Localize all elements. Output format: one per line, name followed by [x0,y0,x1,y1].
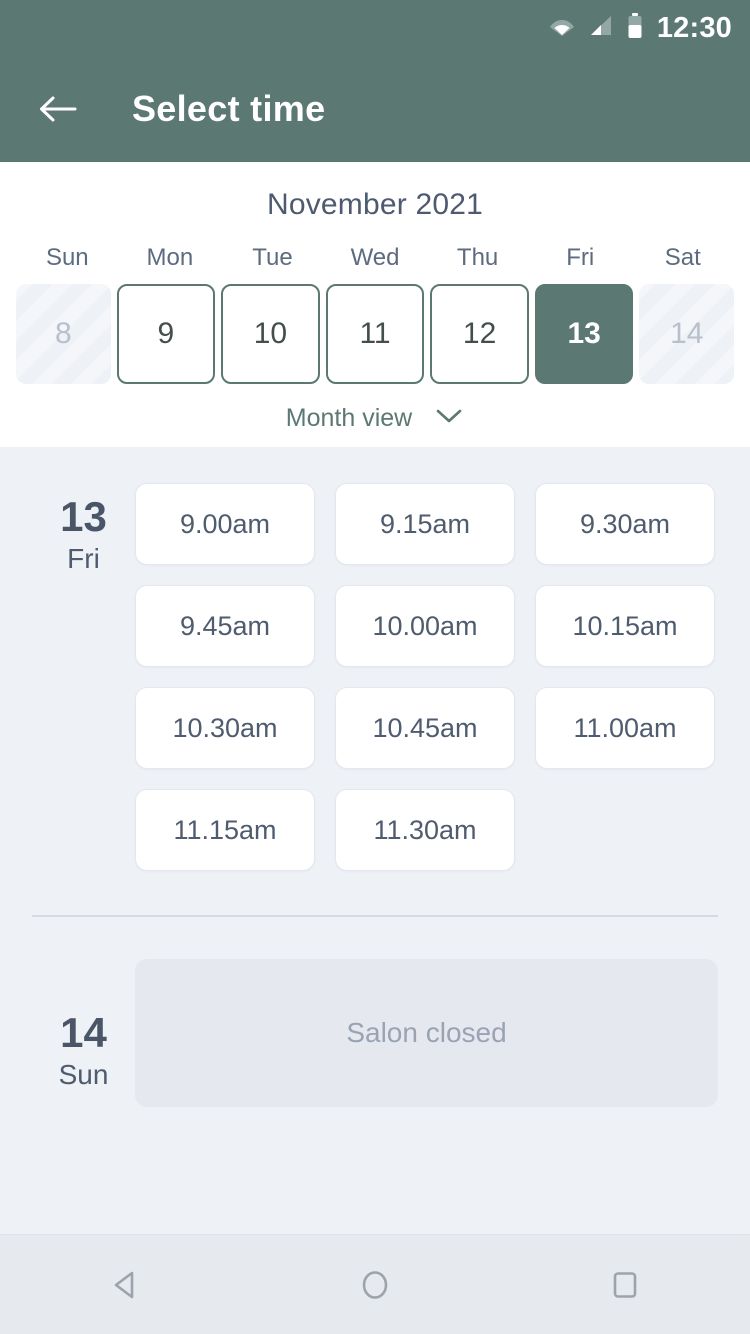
back-button[interactable] [30,81,86,137]
time-slot[interactable]: 11.00am [535,687,715,769]
time-slot-grid: 9.00am 9.15am 9.30am 9.45am 10.00am 10.1… [135,447,718,871]
month-view-toggle[interactable]: Month view [0,404,750,433]
time-slot[interactable]: 9.45am [135,585,315,667]
status-bar: 12:30 [0,0,750,56]
triangle-back-icon [114,1271,134,1298]
time-slot[interactable]: 9.30am [535,483,715,565]
battery-icon [627,12,643,44]
calendar-strip: November 2021 Sun Mon Tue Wed Thu Fri Sa… [0,162,750,447]
cellular-signal-icon [589,15,613,42]
weekday-label: Tue [252,244,293,271]
calendar-day-13[interactable]: 13 [534,284,634,384]
time-slot[interactable]: 10.00am [335,585,515,667]
weekday-header-row: Sun Mon Tue Wed Thu Fri Sat [0,244,750,272]
status-bar-clock: 12:30 [656,11,732,44]
calendar-day-8: 8 [16,284,111,384]
nav-home-button[interactable] [330,1250,420,1320]
status-icon-group [549,12,643,44]
time-slot[interactable]: 10.30am [135,687,315,769]
schedule-day-weekday: Fri [67,543,100,575]
calendar-day-14: 14 [639,284,735,384]
wifi-icon [549,15,575,42]
schedule-divider [32,915,718,917]
schedule-list: 13 Fri 9.00am 9.15am 9.30am 9.45am 10.00… [0,447,750,1234]
time-slot[interactable]: 11.15am [135,789,315,871]
calendar-day-12[interactable]: 12 [430,284,529,384]
nav-recents-button[interactable] [580,1250,670,1320]
calendar-day-11[interactable]: 11 [325,284,425,384]
circle-home-icon [362,1270,388,1299]
calendar-day-9[interactable]: 9 [116,284,216,384]
arrow-left-icon [40,96,77,122]
calendar-day-10[interactable]: 10 [221,284,320,384]
schedule-day-date-13: 13 Fri [32,447,135,871]
month-view-label: Month view [285,404,413,432]
weekday-label: Sat [664,244,701,271]
schedule-day-group-13: 13 Fri 9.00am 9.15am 9.30am 9.45am 10.00… [0,447,750,871]
time-slot[interactable]: 10.45am [335,687,515,769]
schedule-day-group-14: 14 Sun Salon closed [0,959,750,1107]
nav-back-button[interactable] [80,1250,170,1320]
time-slot[interactable]: 10.15am [535,585,715,667]
calendar-month-label: November 2021 [266,188,484,221]
schedule-day-number: 13 [60,493,107,540]
app-bar: Select time [0,56,750,162]
calendar-days-row: 8 9 10 11 12 13 14 [0,284,750,384]
schedule-day-number: 14 [60,1009,107,1056]
time-slot[interactable]: 9.00am [135,483,315,565]
chevron-down-icon [434,407,464,430]
android-nav-bar [0,1234,750,1334]
weekday-label: Wed [350,244,400,271]
page-title: Select time [132,88,326,129]
schedule-day-weekday: Sun [58,1059,109,1091]
salon-closed-banner: Salon closed [135,959,718,1107]
time-slot[interactable]: 9.15am [335,483,515,565]
app-screen: 12:30 Select time November 2021 Sun Mon … [0,0,750,1334]
weekday-label: Thu [456,244,499,271]
time-slot[interactable]: 11.30am [335,789,515,871]
weekday-label: Mon [146,244,194,271]
schedule-day-date-14: 14 Sun [32,959,135,1107]
square-recents-icon [613,1271,637,1298]
weekday-label: Fri [566,244,595,271]
weekday-label: Sun [45,244,89,271]
